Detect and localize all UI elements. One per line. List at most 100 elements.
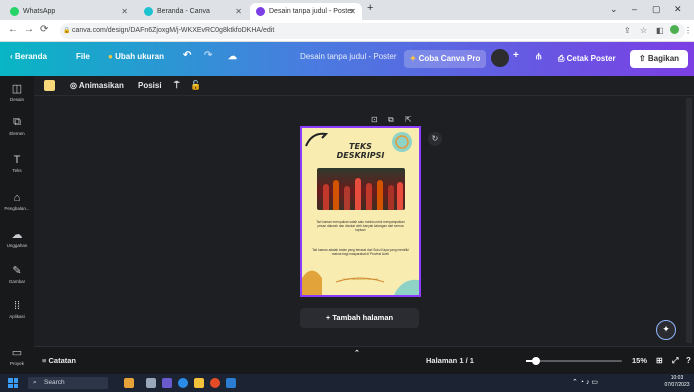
- position-button[interactable]: Posisi: [138, 81, 162, 90]
- poster-paragraph[interactable]: Tari kaman merupakan salah satu media un…: [312, 220, 409, 232]
- photo-figure: [344, 186, 350, 210]
- zoom-level[interactable]: 15%: [632, 356, 647, 365]
- file-menu[interactable]: File: [76, 52, 90, 61]
- share-label: Bagikan: [647, 54, 680, 63]
- brand-icon: ⌂: [13, 192, 21, 204]
- minimize-button[interactable]: –: [632, 4, 637, 14]
- resize-button[interactable]: ● Ubah ukuran: [108, 52, 164, 61]
- sidebar-item-elemen[interactable]: ⧉ Elemen: [0, 116, 34, 136]
- sidebar-item-gambar[interactable]: ✎ Gambar: [0, 264, 34, 284]
- poster-title[interactable]: TEKS DESKRIPSI: [302, 142, 419, 160]
- poster-page[interactable]: TEKS DESKRIPSI Tari kaman merupakan sala…: [300, 126, 421, 297]
- user-avatar[interactable]: [491, 49, 509, 67]
- background-color-swatch[interactable]: [44, 80, 55, 91]
- analytics-icon[interactable]: ⫛: [536, 51, 541, 62]
- tab-search-icon[interactable]: ⌄: [610, 4, 618, 15]
- editor-toolbar: ◎ Animasikan Posisi ⍑ 🔓: [34, 76, 694, 96]
- add-page-button[interactable]: + Tambah halaman: [300, 308, 419, 328]
- close-icon[interactable]: ✕: [121, 7, 128, 16]
- bookmark-icon[interactable]: ☆: [640, 26, 647, 35]
- home-button[interactable]: ‹ Beranda: [10, 52, 47, 61]
- sidebar-item-teks[interactable]: T Teks: [0, 154, 34, 173]
- forward-icon[interactable]: →: [24, 24, 34, 35]
- sidebar-label: Aplikasi: [9, 314, 25, 319]
- system-tray-icons[interactable]: ⌃ ◔ ♪ ▭: [572, 378, 598, 386]
- taskbar-app-chrome[interactable]: [210, 378, 220, 388]
- url-field[interactable]: 🔒 canva.com/design/DAFn6ZjoxgM/j-WKXEvRC…: [60, 23, 685, 39]
- sidebar-label: Proyek: [9, 361, 24, 366]
- zoom-slider-handle[interactable]: [531, 357, 540, 365]
- taskbar-clock[interactable]: 10:03 07/07/2023: [660, 375, 694, 389]
- lock-page-icon[interactable]: ⊡: [371, 115, 378, 124]
- taskbar-app-taskview[interactable]: [146, 378, 156, 388]
- menu-icon[interactable]: ⋮: [684, 26, 692, 35]
- fullscreen-icon[interactable]: ⤢: [672, 356, 678, 366]
- try-pro-button[interactable]: ✦ Coba Canva Pro: [404, 50, 486, 68]
- sidebar-item-proyek[interactable]: ▭ Proyek: [0, 346, 34, 366]
- close-icon[interactable]: ✕: [349, 7, 356, 16]
- photo-figure: [355, 178, 361, 210]
- address-bar: ← → ⟳ 🔒 canva.com/design/DAFn6ZjoxgM/j-W…: [0, 20, 694, 42]
- maximize-button[interactable]: ▢: [652, 4, 661, 15]
- photo-figure: [333, 180, 339, 210]
- animate-button[interactable]: ◎ Animasikan: [70, 81, 124, 90]
- poster-paragraph[interactable]: Tari kaman adalah tarian yang berasal da…: [312, 248, 409, 256]
- taskbar-app-explorer[interactable]: [194, 378, 204, 388]
- share-page-icon[interactable]: ⇪: [624, 26, 631, 35]
- sidebar-label: Pengbalan...: [4, 206, 30, 211]
- sidebar-item-unggahan[interactable]: ☁ Unggahan: [0, 228, 34, 248]
- grid-view-icon[interactable]: ⊞: [656, 356, 663, 365]
- magic-assist-button[interactable]: ✦: [656, 320, 676, 340]
- taskbar-search[interactable]: ⌕ Search: [28, 377, 108, 389]
- share-icon: ⇧: [638, 54, 646, 63]
- zoom-slider[interactable]: [526, 357, 622, 365]
- windows-taskbar: ⌕ Search ⌃ ◔ ♪ ▭ 10:03 07/07/2023: [0, 374, 694, 392]
- folder-icon: ▭: [11, 347, 23, 359]
- sidebar-icon[interactable]: ◧: [656, 26, 664, 35]
- print-poster-button[interactable]: ⎙ Cetak Poster: [558, 50, 624, 68]
- collapse-pages-icon[interactable]: ⌃: [354, 349, 360, 357]
- close-icon[interactable]: ✕: [235, 7, 242, 16]
- photo-figure: [388, 185, 394, 210]
- notes-label: Catatan: [48, 356, 76, 365]
- share-button[interactable]: ⇧ Bagikan: [630, 50, 688, 68]
- try-pro-label: Coba Canva Pro: [418, 54, 481, 63]
- document-title[interactable]: Desain tanpa judul - Poster: [300, 52, 397, 61]
- new-tab-button[interactable]: +: [367, 2, 373, 14]
- help-icon[interactable]: ?: [686, 356, 691, 365]
- tab-canva-home[interactable]: Beranda - Canva ✕: [138, 3, 248, 20]
- print-icon: ⎙: [558, 54, 565, 63]
- home-label: Beranda: [14, 52, 47, 61]
- back-icon[interactable]: ←: [8, 24, 18, 35]
- format-painter-icon[interactable]: ⍑: [174, 80, 179, 91]
- taskbar-app-teams[interactable]: [162, 378, 172, 388]
- sidebar-item-aplikasi[interactable]: ⁞⁞ Aplikasi: [0, 300, 34, 319]
- notes-button[interactable]: ≡ Catatan: [42, 356, 76, 365]
- reload-icon[interactable]: ⟳: [40, 24, 48, 35]
- page-indicator[interactable]: Halaman 1 / 1: [426, 356, 474, 365]
- close-window-button[interactable]: ✕: [674, 4, 682, 15]
- taskbar-app-edge[interactable]: [178, 378, 188, 388]
- rotate-icon[interactable]: ↻: [428, 132, 442, 146]
- undo-icon[interactable]: ↶: [183, 50, 191, 61]
- poster-photo[interactable]: [317, 168, 405, 210]
- sidebar-label: Unggahan: [6, 243, 28, 248]
- redo-icon[interactable]: ↷: [204, 50, 212, 61]
- sidebar-item-desain[interactable]: ◫ Desain: [0, 82, 34, 102]
- sidebar-item-brand[interactable]: ⌂ Pengbalan...: [0, 192, 34, 211]
- vertical-scrollbar[interactable]: [686, 98, 692, 343]
- windows-start-icon[interactable]: [8, 378, 18, 388]
- add-collaborator-icon[interactable]: +: [513, 50, 519, 61]
- tab-canva-design[interactable]: Desain tanpa judul - Poster ✕: [250, 3, 362, 20]
- tab-whatsapp[interactable]: WhatsApp ✕: [4, 3, 134, 20]
- lock-icon[interactable]: 🔓: [190, 80, 201, 91]
- taskbar-app-word[interactable]: [226, 378, 236, 388]
- cloud-save-icon[interactable]: ☁: [228, 51, 237, 62]
- sidebar-label: Desain: [9, 97, 24, 102]
- poster-footer[interactable]: tarian tradisional indonesia: [312, 277, 409, 281]
- profile-avatar[interactable]: [670, 25, 679, 34]
- add-page-icon[interactable]: ⇱: [405, 115, 412, 124]
- taskbar-app-widgets[interactable]: [124, 378, 134, 388]
- upload-icon: ☁: [11, 229, 23, 241]
- duplicate-page-icon[interactable]: ⧉: [388, 115, 394, 125]
